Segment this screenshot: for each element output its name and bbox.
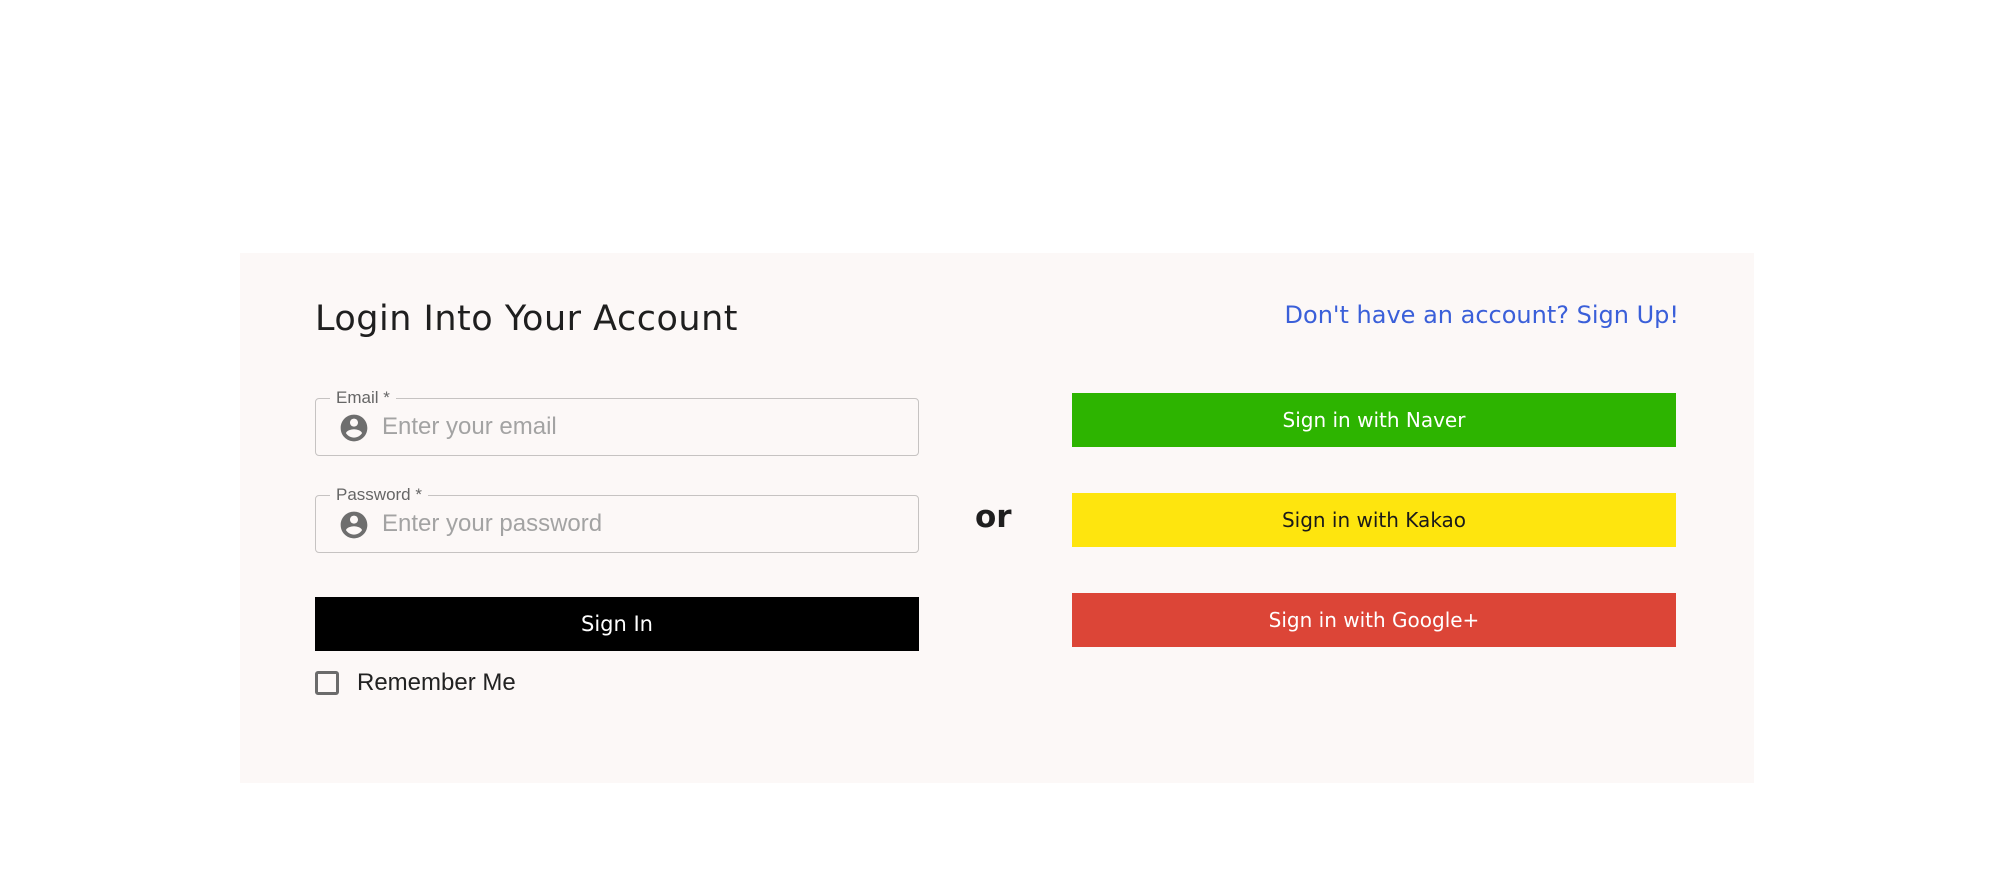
login-card: Login Into Your Account Don't have an ac… [240,253,1754,783]
signup-link[interactable]: Don't have an account? Sign Up! [1285,301,1679,329]
email-field[interactable]: Email * [315,388,919,456]
account-circle-icon [338,509,370,541]
page-title: Login Into Your Account [315,299,738,339]
remember-me-option[interactable]: Remember Me [315,667,516,699]
kakao-signin-button[interactable]: Sign in with Kakao [1072,493,1676,547]
remember-me-label: Remember Me [357,669,516,696]
account-circle-icon [338,412,370,444]
remember-me-checkbox[interactable] [315,671,339,695]
sign-in-button[interactable]: Sign In [315,597,919,651]
google-signin-button[interactable]: Sign in with Google+ [1072,593,1676,647]
password-field[interactable]: Password * [315,485,919,553]
email-input[interactable] [382,399,902,455]
or-divider: or [975,499,1012,535]
naver-signin-button[interactable]: Sign in with Naver [1072,393,1676,447]
password-input[interactable] [382,496,902,552]
